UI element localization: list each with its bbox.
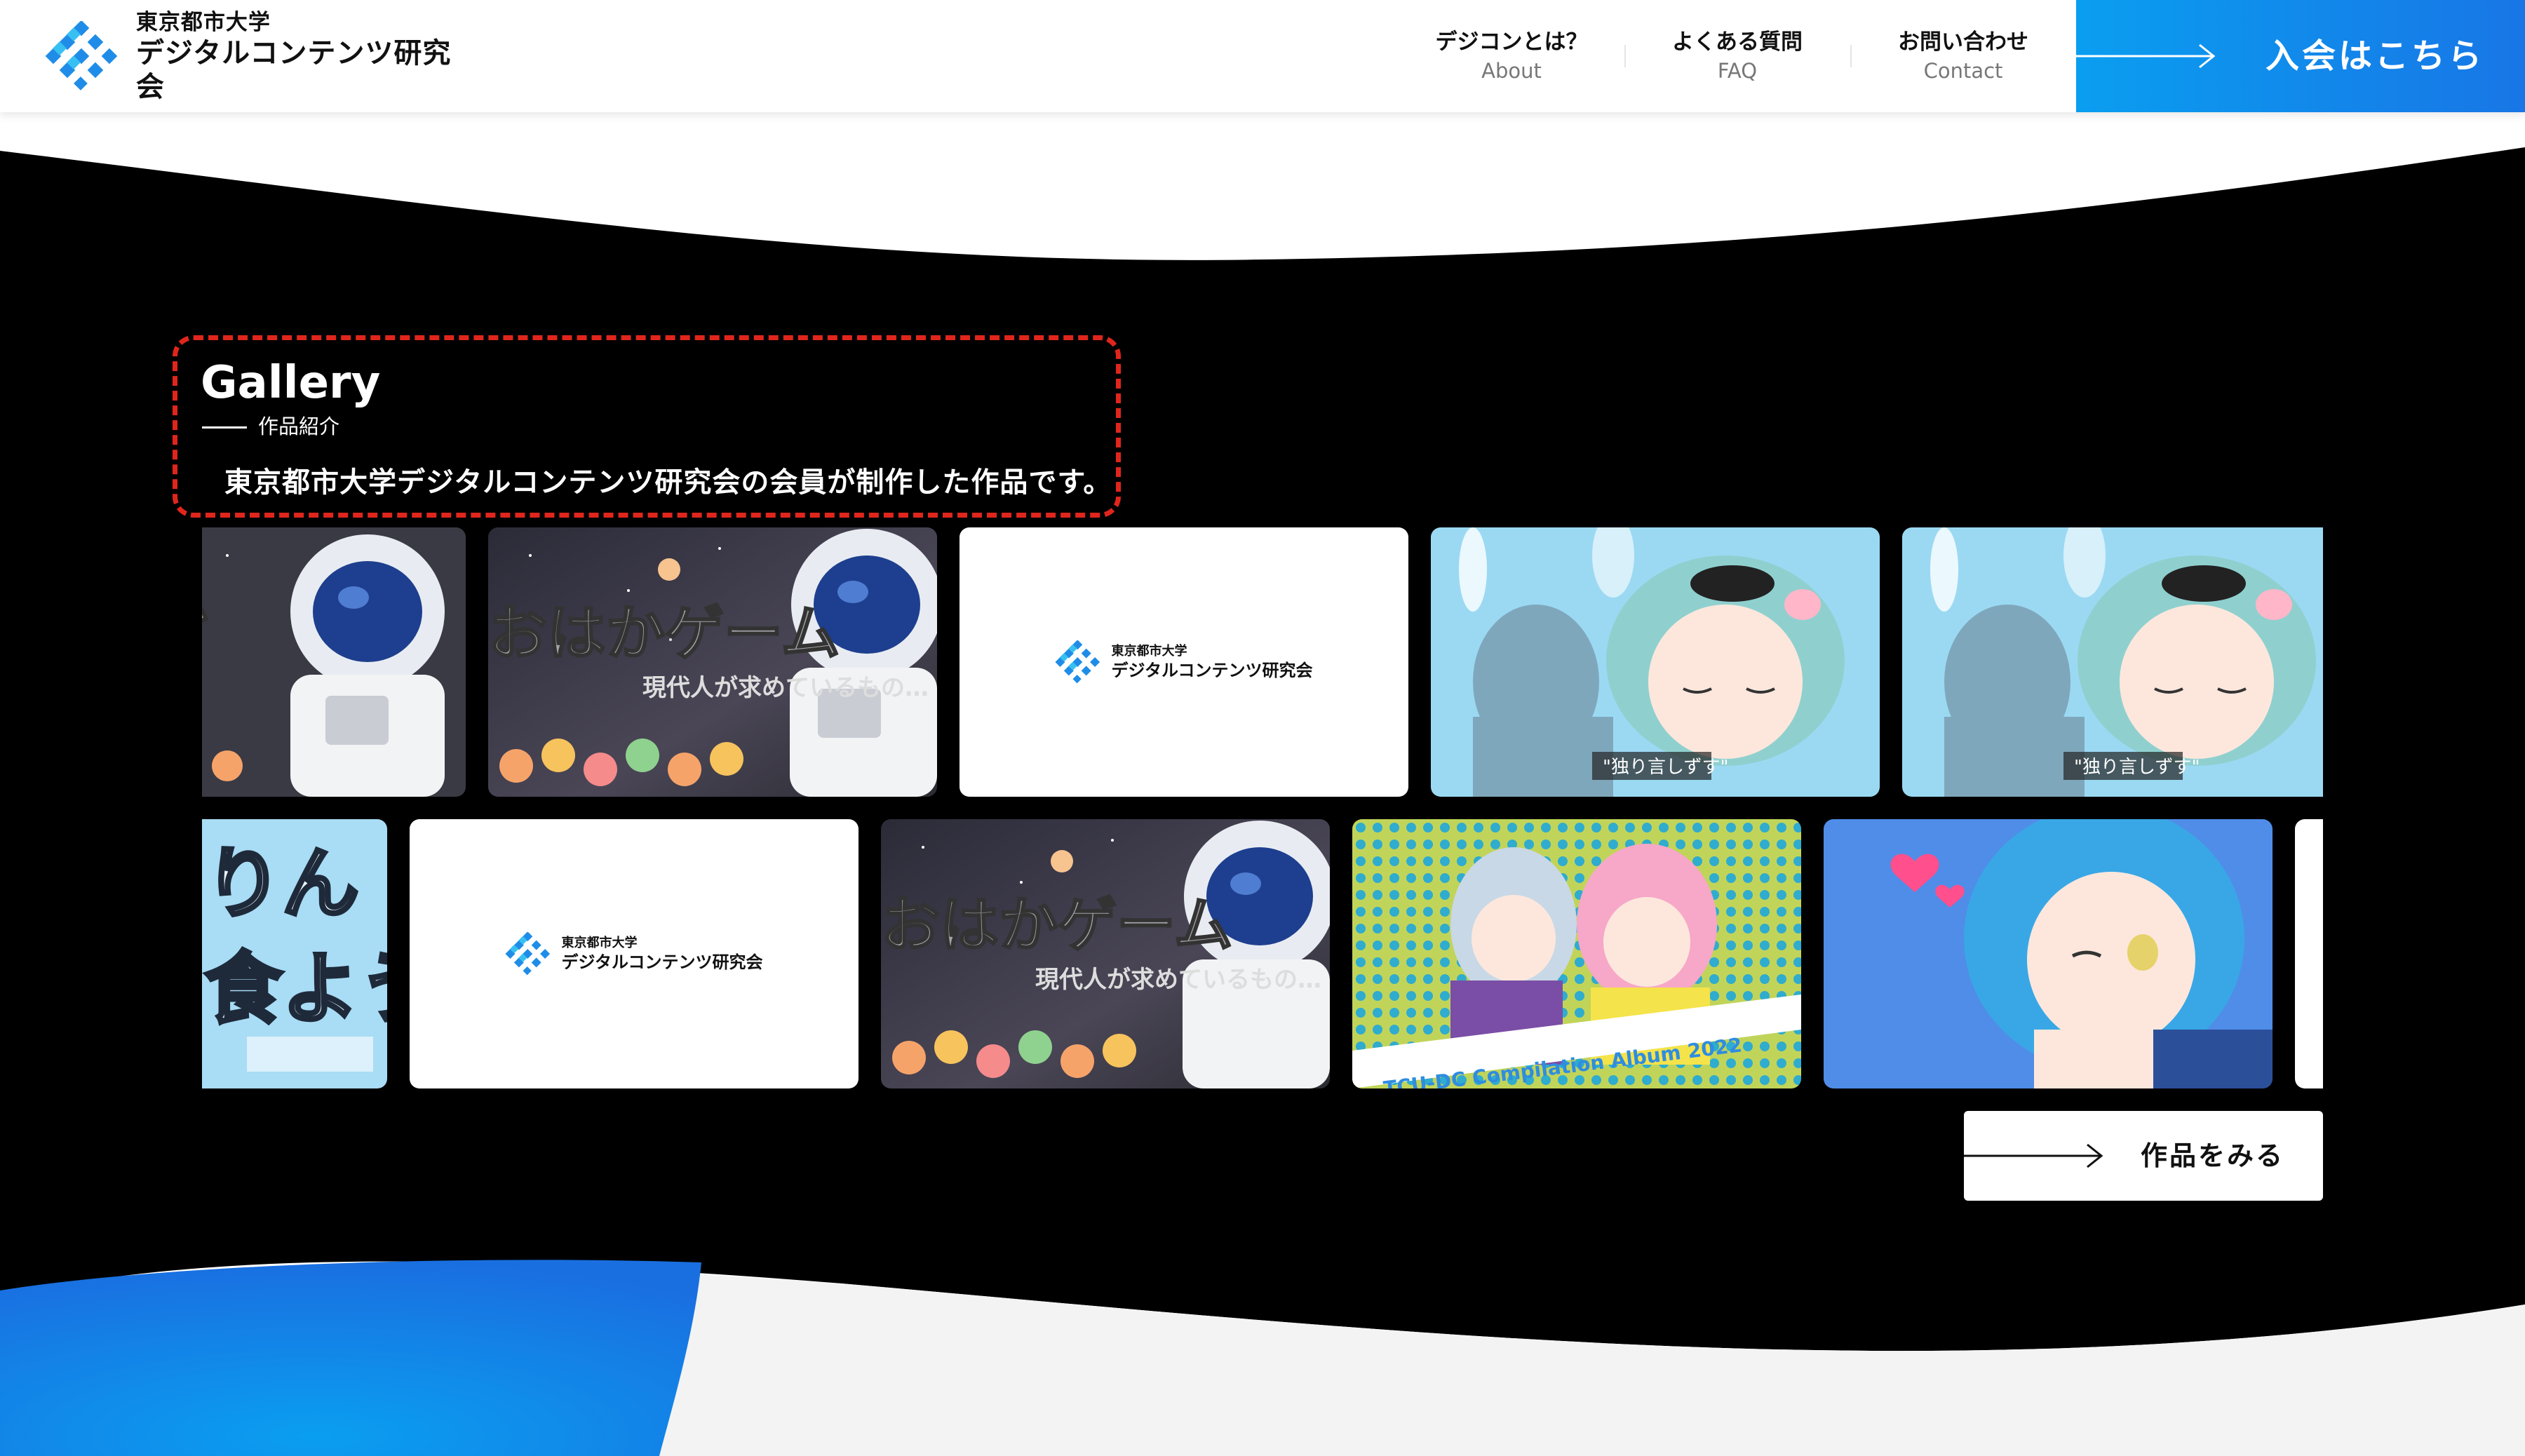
svg-text:現代人が求めているもの…: 現代人が求めているもの…	[1035, 966, 1321, 994]
title-card-image: りん 食よう	[202, 819, 387, 1088]
site-header: 東京都市大学 デジタルコンテンツ研究会 デジコンとは？ About よくある質問…	[0, 0, 2525, 112]
gallery-row-1: ゲーム おはかゲーム 現代人が求めているもの…	[202, 527, 2323, 797]
nav-contact-jp: お問い合わせ	[1898, 29, 2028, 55]
gallery-subtitle: 作品紹介	[258, 414, 340, 438]
game-thumbnail-image: おはかゲーム 現代人が求めているもの…	[881, 819, 1330, 1088]
nav-item-about[interactable]: デジコンとは？ About	[1399, 0, 1624, 112]
nav-item-faq[interactable]: よくある質問 FAQ	[1624, 0, 1850, 112]
anime-girl-illustration-image: "独り言しずす"	[1902, 527, 2323, 797]
logo-diamond-icon	[505, 932, 551, 976]
nav-faq-jp: よくある質問	[1672, 29, 1803, 55]
subtitle-divider	[202, 426, 247, 429]
nav-about-en: About	[1481, 59, 1542, 83]
gallery-tile-illustration[interactable]: りん 食よう	[202, 819, 387, 1088]
nav-contact-en: Contact	[1923, 59, 2003, 83]
game-thumbnail-image: ゲーム	[202, 527, 466, 797]
gallery-tile-game[interactable]: おはかゲーム 現代人が求めているもの…	[881, 819, 1330, 1088]
view-works-label: 作品をみる	[2141, 1140, 2285, 1171]
site-logo[interactable]: 東京都市大学 デジタルコンテンツ研究会	[45, 10, 480, 103]
gallery-title: Gallery	[201, 357, 381, 409]
anime-girl-illustration-image: "独り言しずす"	[1431, 527, 1880, 797]
gallery-row-2: りん 食よう	[202, 819, 2323, 1088]
game-thumbnail-image: おはかゲーム 現代人が求めているもの…	[488, 527, 937, 797]
gallery-tile-illustration[interactable]: "独り言しずす"	[1902, 527, 2323, 797]
svg-text:おはかゲーム: おはかゲーム	[488, 599, 840, 668]
tile-logo-line2: デジタルコンテンツ研究会	[561, 952, 763, 972]
gallery-tile-illustration[interactable]	[1824, 819, 2272, 1088]
join-button-label: 入会はこちら	[2265, 36, 2485, 76]
gallery-tile-logo[interactable]	[2295, 819, 2323, 1088]
gallery-tile-illustration[interactable]: "独り言しずす"	[1431, 527, 1880, 797]
logo-diamond-icon	[45, 21, 118, 90]
tile-logo-line1: 東京都市大学	[1111, 644, 1187, 659]
blue-hair-girl-image	[1824, 819, 2272, 1088]
join-button[interactable]: 入会はこちら	[2076, 0, 2525, 112]
gallery-tile-game[interactable]: おはかゲーム 現代人が求めているもの…	[488, 527, 937, 797]
svg-text:現代人が求めているもの…: 現代人が求めているもの…	[642, 674, 929, 702]
svg-text:ゲーム: ゲーム	[202, 563, 210, 633]
svg-text:おはかゲーム: おはかゲーム	[881, 891, 1232, 959]
gallery-tile-logo[interactable]: 東京都市大学 デジタルコンテンツ研究会	[959, 527, 1408, 797]
gallery-tile-game[interactable]: ゲーム	[202, 527, 466, 797]
svg-text:りん: りん	[205, 839, 359, 929]
logo-university-name: 東京都市大学	[135, 10, 271, 35]
nav-faq-en: FAQ	[1717, 59, 1758, 83]
nav-item-contact[interactable]: お問い合わせ Contact	[1850, 0, 2076, 112]
svg-text:"独り言しずす": "独り言しずす"	[1603, 757, 1728, 778]
logo-club-name: デジタルコンテンツ研究会	[135, 37, 452, 103]
arrow-right-icon	[2076, 43, 2216, 69]
main-nav: デジコンとは？ About よくある質問 FAQ お問い合わせ Contact	[1399, 0, 2076, 112]
tile-logo-line2: デジタルコンテンツ研究会	[1111, 661, 1313, 680]
gallery-tile-logo[interactable]: 東京都市大学 デジタルコンテンツ研究会	[410, 819, 858, 1088]
album-cover-image: TCU-DC Compilation Album 2022	[1352, 819, 1801, 1088]
gallery-description: 東京都市大学デジタルコンテンツ研究会の会員が制作した作品です。	[224, 466, 1112, 499]
view-works-button[interactable]: 作品をみる	[1964, 1111, 2323, 1201]
arrow-right-icon	[1964, 1143, 2103, 1168]
nav-about-jp: デジコンとは？	[1435, 29, 1588, 55]
svg-text:"独り言しずす": "独り言しずす"	[2074, 757, 2200, 778]
gallery-tile-album[interactable]: TCU-DC Compilation Album 2022	[1352, 819, 1801, 1088]
svg-text:食よう: 食よう	[205, 944, 387, 1034]
tile-logo-line1: 東京都市大学	[561, 936, 638, 950]
logo-diamond-icon	[1055, 640, 1100, 684]
